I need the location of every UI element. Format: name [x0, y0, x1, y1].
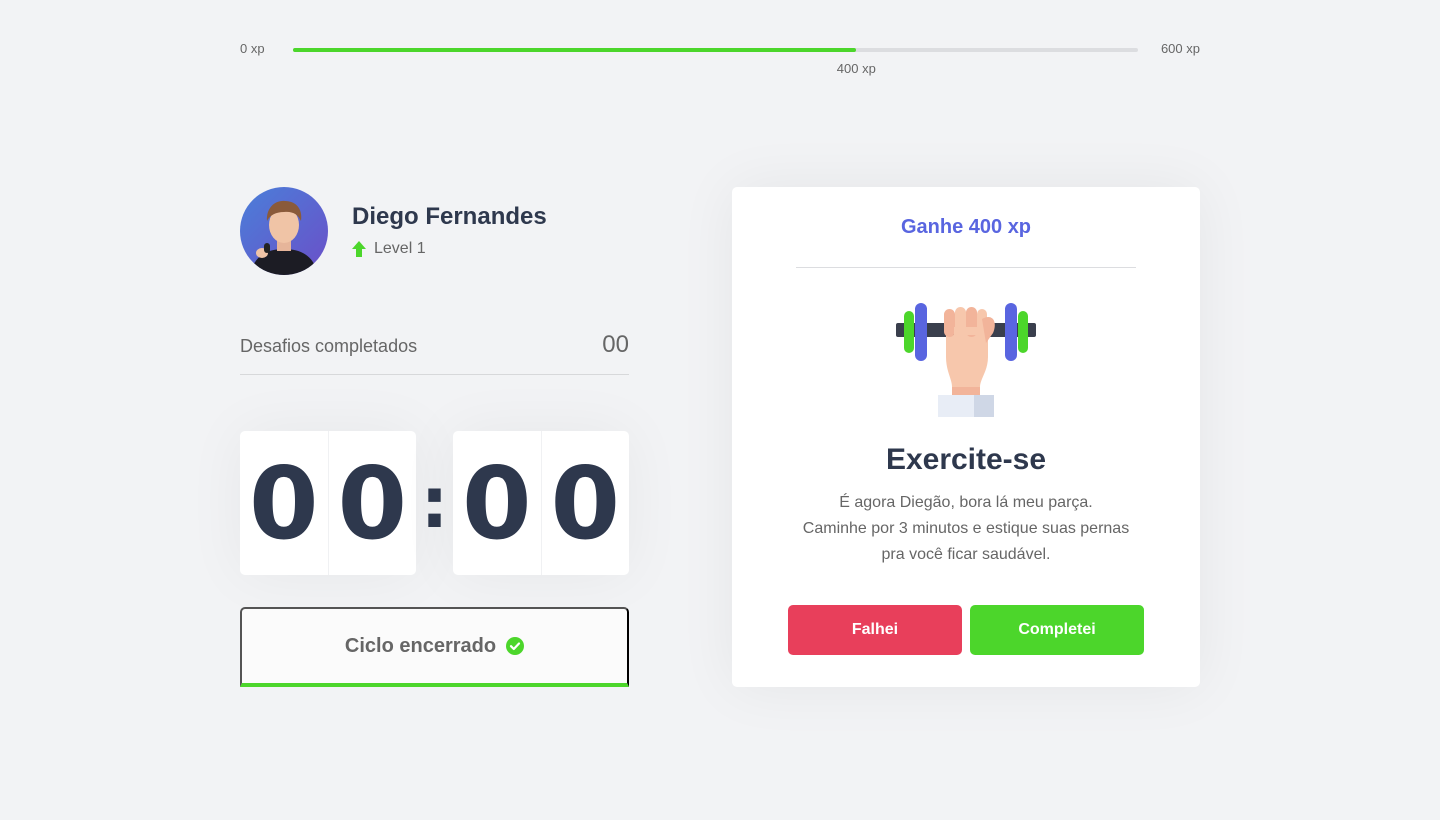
avatar	[240, 187, 328, 275]
second-tens-digit: 0	[453, 431, 542, 575]
profile-name: Diego Fernandes	[352, 203, 547, 230]
xp-min-label: 0 xp	[240, 41, 265, 56]
second-ones-digit: 0	[550, 444, 621, 562]
experience-bar: 0 xp 400 xp 600 xp	[240, 40, 1200, 80]
challenge-description-line: pra você ficar saudável.	[881, 546, 1051, 563]
completed-button[interactable]: Completei	[970, 605, 1144, 655]
check-circle-icon	[506, 637, 525, 655]
cycle-ended-button[interactable]: Ciclo encerrado	[240, 607, 629, 687]
xp-current-label: 400 xp	[836, 61, 876, 76]
challenge-description: É agora Diegão, bora lá meu parça. Camin…	[772, 490, 1160, 568]
completed-challenges-label: Desafios completados	[240, 336, 418, 356]
completed-challenges-count: 00	[602, 331, 629, 358]
countdown: 0 0 : 0 0	[240, 431, 629, 575]
minute-ones-digit: 0	[337, 444, 408, 562]
challenge-description-line: Caminhe por 3 minutos e estique suas per…	[802, 520, 1130, 537]
countdown-minutes: 0 0	[240, 431, 416, 575]
challenge-reward: Ganhe 400 xp	[796, 187, 1136, 268]
cycle-ended-label: Ciclo encerrado	[344, 634, 497, 657]
xp-track	[293, 48, 1138, 52]
challenge-description-line: É agora Diegão, bora lá meu parça.	[839, 494, 1093, 511]
challenge-actions: Falhei Completei	[788, 605, 1144, 655]
challenge-card: Ganhe 400 xp Exercite-se É agora Diegão,…	[732, 187, 1200, 687]
countdown-separator: :	[420, 462, 449, 544]
xp-progress-fill	[293, 48, 857, 52]
failed-button[interactable]: Falhei	[788, 605, 962, 655]
profile-level: Level 1	[352, 240, 426, 258]
completed-challenges: Desafios completados 00	[240, 330, 629, 375]
challenge-title: Exercite-se	[885, 443, 1047, 476]
xp-max-label: 600 xp	[1160, 41, 1200, 56]
dumbbell-body-icon	[896, 299, 1036, 417]
minute-tens-digit: 0	[240, 431, 329, 575]
level-up-arrow-icon	[352, 241, 366, 257]
level-label: Level 1	[374, 240, 426, 257]
profile: Diego Fernandes Level 1	[240, 187, 640, 275]
countdown-seconds: 0 0	[453, 431, 629, 575]
